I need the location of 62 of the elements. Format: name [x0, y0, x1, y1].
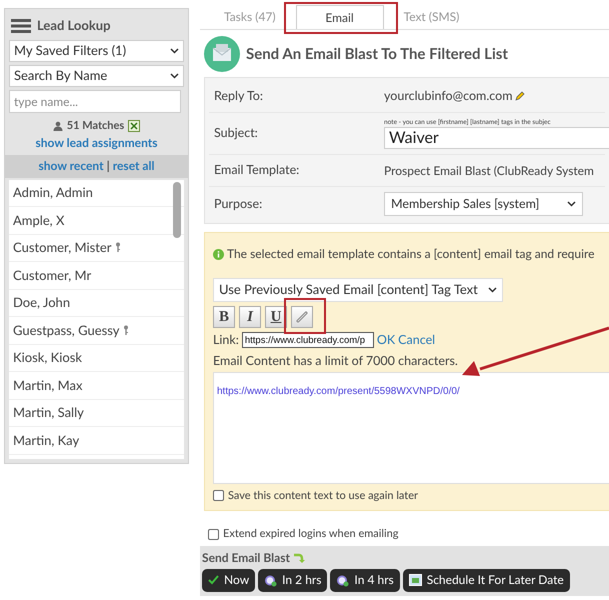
lead-item[interactable]: Guestpass, Guessy: [9, 317, 184, 344]
reply-to-label: Reply To:: [213, 86, 264, 105]
template-name: Prospect Email Blast (ClubReady System: [384, 162, 594, 180]
send-button[interactable]: In 2 hrs: [258, 568, 328, 592]
save-content-label: Save this content text to use again later: [228, 488, 418, 504]
tab[interactable]: Email: [296, 5, 384, 29]
content-url-link[interactable]: https://www.clubready.com/present/5598WXVNPD/0/0/: [217, 386, 460, 396]
caret-icon: [567, 201, 576, 207]
spreadsheet-icon[interactable]: [128, 120, 140, 132]
saved-text-select[interactable]: Use Previously Saved Email [content] Tag Text: [213, 278, 503, 302]
caret-icon: [170, 48, 179, 54]
reply-to-email: yourclubinfo@com.com: [384, 86, 512, 105]
person-icon: [52, 121, 63, 132]
checkbox[interactable]: [208, 528, 219, 540]
send-button[interactable]: Now: [202, 568, 256, 592]
show-lead-assignments-link[interactable]: show lead assignments: [35, 134, 158, 150]
search-field[interactable]: type name...: [9, 90, 181, 113]
sidebar-title: Lead Lookup: [37, 16, 111, 36]
lead-item[interactable]: Kiosk, Kiosk: [9, 344, 184, 372]
purpose-select[interactable]: Membership Sales [system]: [384, 192, 583, 216]
lead-item[interactable]: Martin, Sally: [9, 400, 184, 427]
lead-item[interactable]: Doe, John: [9, 290, 184, 317]
checkbox[interactable]: [213, 490, 224, 502]
underline-button[interactable]: U: [265, 306, 287, 328]
limit-note: Email Content has a limit of 7000 characters.: [213, 352, 459, 370]
extend-logins-label: Extend expired logins when emailing: [223, 526, 399, 542]
subject-label: Subject:: [213, 124, 259, 142]
italic-button[interactable]: I: [239, 306, 261, 328]
bold-button[interactable]: B: [213, 306, 235, 328]
key-icon: [123, 324, 130, 336]
highlight-box: [284, 298, 326, 334]
pencil-icon[interactable]: [514, 91, 524, 101]
send-button[interactable]: Schedule It For Later Date: [402, 568, 570, 592]
matches-count: 51 Matches: [66, 118, 124, 134]
content-editor[interactable]: https://www.clubready.com/present/5598WXVNPD/0/0/: [213, 372, 609, 484]
link-button[interactable]: [291, 306, 313, 328]
ok-link[interactable]: OK: [376, 331, 396, 350]
send-title: Send Email Blast: [202, 548, 290, 566]
key-icon: [115, 242, 122, 254]
cancel-link[interactable]: Cancel: [398, 331, 436, 350]
info-message: The selected email template contains a [content] email tag and require: [227, 245, 594, 263]
caret-icon: [488, 287, 497, 293]
caret-icon: [170, 73, 179, 79]
scrollbar-thumb[interactable]: [173, 182, 181, 238]
envelope-icon: [204, 36, 240, 72]
template-label: Email Template:: [213, 161, 300, 180]
separator: |: [106, 157, 110, 175]
lead-item[interactable]: Martin, Max: [9, 372, 184, 400]
info-icon: [213, 248, 224, 260]
purpose-label: Purpose:: [213, 194, 264, 213]
filter-select[interactable]: My Saved Filters (1): [9, 40, 184, 62]
page-heading: Send An Email Blast To The Filtered List: [246, 44, 508, 65]
lead-item[interactable]: Customer, Mr: [9, 262, 184, 290]
send-button[interactable]: In 4 hrs: [330, 568, 400, 592]
subject-field[interactable]: Waiver: [384, 127, 609, 150]
lead-item[interactable]: Martin, Kay: [9, 427, 184, 454]
curved-arrow-icon: [292, 552, 305, 564]
search-by-select[interactable]: Search By Name: [9, 65, 184, 87]
link-url-field[interactable]: https://www.clubready.com/p: [242, 332, 374, 348]
menu-icon[interactable]: [11, 19, 31, 33]
check-icon: [208, 575, 219, 585]
link-label: Link:: [213, 331, 239, 349]
